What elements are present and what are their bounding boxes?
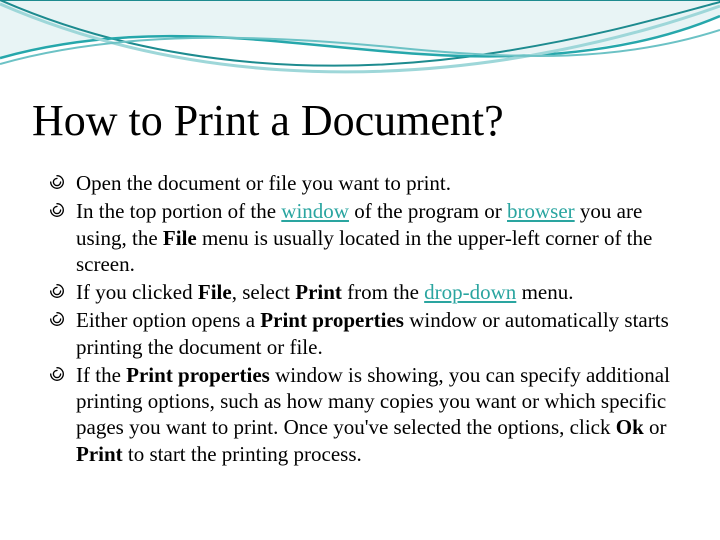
bullet-item: If the Print properties window is showin…: [48, 362, 680, 467]
swirl-bullet-icon: [48, 282, 68, 302]
link-browser[interactable]: browser: [507, 199, 575, 223]
bullet-text: Open the document or file you want to pr…: [76, 171, 451, 195]
swirl-bullet-icon: [48, 310, 68, 330]
bullet-text: If you clicked File, select Print from t…: [76, 280, 573, 304]
header-swoosh-decoration: [0, 0, 720, 95]
bullet-item: If you clicked File, select Print from t…: [48, 279, 680, 305]
slide-body: Open the document or file you want to pr…: [48, 170, 680, 469]
bullet-text: In the top portion of the window of the …: [76, 199, 652, 276]
swirl-bullet-icon: [48, 173, 68, 193]
link-window[interactable]: window: [281, 199, 349, 223]
bullet-item: Open the document or file you want to pr…: [48, 170, 680, 196]
swirl-bullet-icon: [48, 365, 68, 385]
bullet-item: In the top portion of the window of the …: [48, 198, 680, 277]
slide-title: How to Print a Document?: [32, 95, 690, 146]
swirl-bullet-icon: [48, 201, 68, 221]
bullet-text: If the Print properties window is showin…: [76, 363, 670, 466]
bullet-item: Either option opens a Print properties w…: [48, 307, 680, 360]
slide: How to Print a Document? Open the docume…: [0, 0, 720, 540]
bullet-text: Either option opens a Print properties w…: [76, 308, 669, 358]
link-dropdown[interactable]: drop-down: [424, 280, 516, 304]
